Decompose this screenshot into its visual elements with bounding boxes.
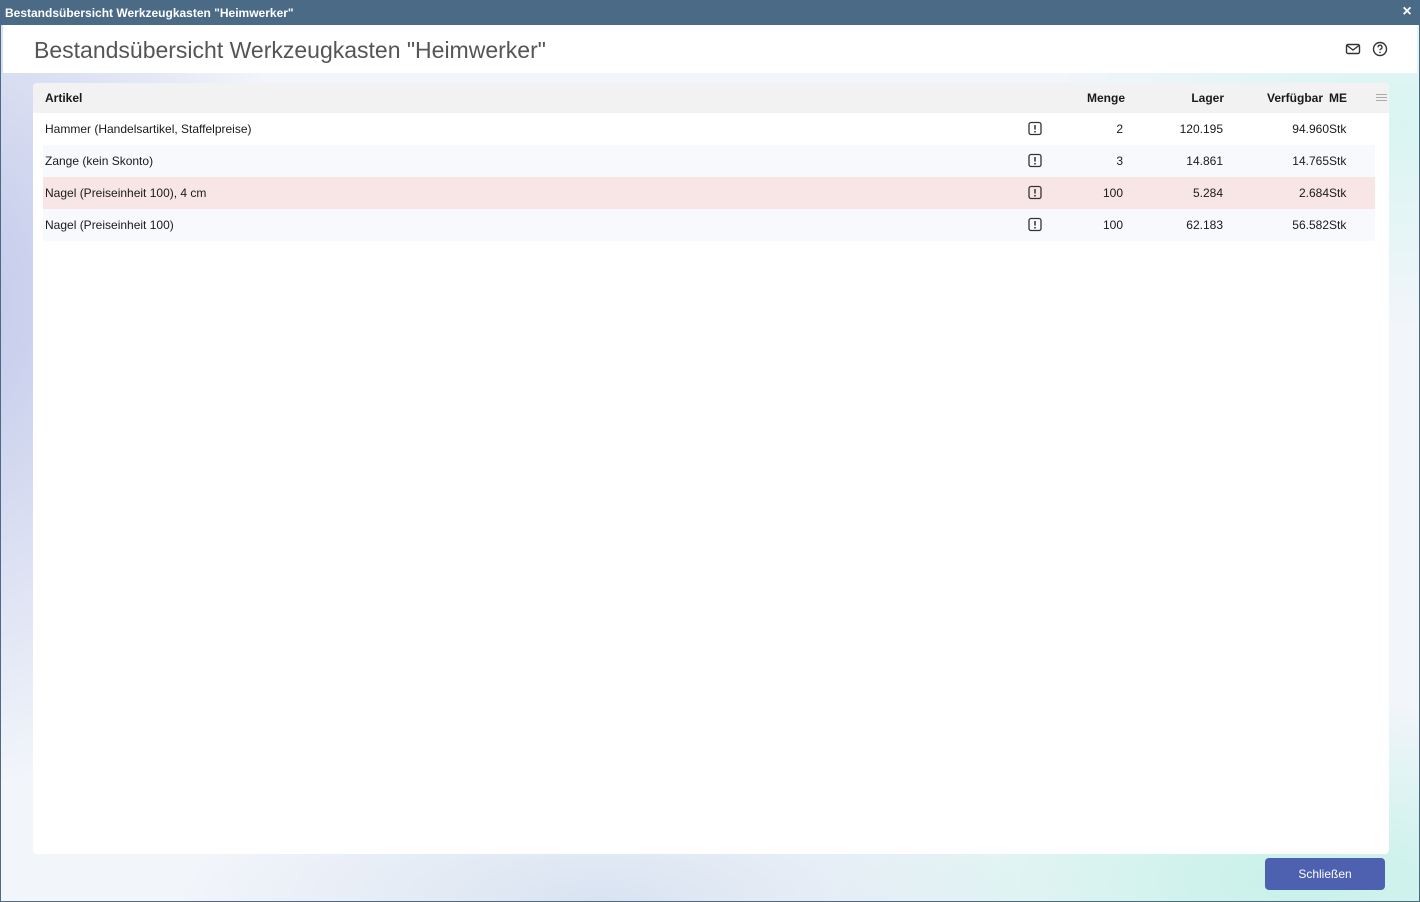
- dialog-header: Bestandsübersicht Werkzeugkasten "Heimwe…: [3, 25, 1417, 73]
- cell-verfuegbar: 2.684: [1298, 186, 1329, 200]
- cell-artikel: Nagel (Preiseinheit 100), 4 cm: [45, 186, 207, 200]
- column-header-verfuegbar[interactable]: Verfügbar: [1267, 91, 1323, 105]
- cell-lager: 120.195: [1179, 122, 1223, 136]
- cell-lager: 5.284: [1192, 186, 1223, 200]
- cell-artikel: Zange (kein Skonto): [45, 154, 154, 168]
- warning-icon[interactable]: [1028, 185, 1042, 200]
- warning-icon[interactable]: [1028, 217, 1042, 232]
- cell-me: Stk: [1329, 218, 1347, 232]
- column-header-artikel[interactable]: Artikel: [45, 91, 82, 105]
- close-button[interactable]: Schließen: [1265, 858, 1385, 890]
- window-titlebar[interactable]: Bestandsübersicht Werkzeugkasten "Heimwe…: [1, 1, 1419, 25]
- table-header: Artikel Menge Lager Verfügbar ME: [33, 83, 1389, 113]
- cell-artikel: Hammer (Handelsartikel, Staffelpreise): [45, 122, 252, 136]
- stock-table-panel: Artikel Menge Lager Verfügbar ME Hammer …: [33, 83, 1389, 854]
- cell-verfuegbar: 56.582: [1292, 218, 1329, 232]
- cell-verfuegbar: 14.765: [1292, 154, 1329, 168]
- page-title: Bestandsübersicht Werkzeugkasten "Heimwe…: [34, 37, 546, 63]
- table-row[interactable]: Hammer (Handelsartikel, Staffelpreise) 2…: [43, 113, 1375, 145]
- cell-lager: 62.183: [1186, 218, 1223, 232]
- table-row[interactable]: Nagel (Preiseinheit 100) 100 62.183 56.5…: [43, 209, 1375, 241]
- column-header-me[interactable]: ME: [1329, 91, 1347, 105]
- column-header-lager[interactable]: Lager: [1191, 91, 1224, 105]
- close-icon[interactable]: ×: [1399, 3, 1415, 21]
- cell-menge: 100: [1102, 186, 1123, 200]
- column-header-menge[interactable]: Menge: [1087, 91, 1125, 105]
- mail-icon[interactable]: [1344, 40, 1362, 58]
- cell-lager: 14.861: [1186, 154, 1223, 168]
- warning-icon[interactable]: [1028, 153, 1042, 168]
- warning-icon[interactable]: [1028, 121, 1042, 136]
- cell-artikel: Nagel (Preiseinheit 100): [45, 218, 174, 232]
- table-row[interactable]: Nagel (Preiseinheit 100), 4 cm 100 5.284…: [43, 177, 1375, 209]
- table-row[interactable]: Zange (kein Skonto) 3 14.861 14.765 Stk: [43, 145, 1375, 177]
- table-body: Hammer (Handelsartikel, Staffelpreise) 2…: [43, 113, 1375, 241]
- cell-me: Stk: [1329, 186, 1347, 200]
- dialog-window: Bestandsübersicht Werkzeugkasten "Heimwe…: [0, 0, 1420, 902]
- help-icon[interactable]: [1371, 40, 1389, 58]
- cell-menge: 3: [1116, 154, 1123, 168]
- cell-menge: 100: [1102, 218, 1123, 232]
- window-title: Bestandsübersicht Werkzeugkasten "Heimwe…: [5, 6, 294, 20]
- cell-menge: 2: [1116, 122, 1123, 136]
- cell-me: Stk: [1329, 154, 1347, 168]
- cell-me: Stk: [1329, 122, 1347, 136]
- column-menu-icon[interactable]: [1375, 90, 1389, 106]
- cell-verfuegbar: 94.960: [1292, 122, 1329, 136]
